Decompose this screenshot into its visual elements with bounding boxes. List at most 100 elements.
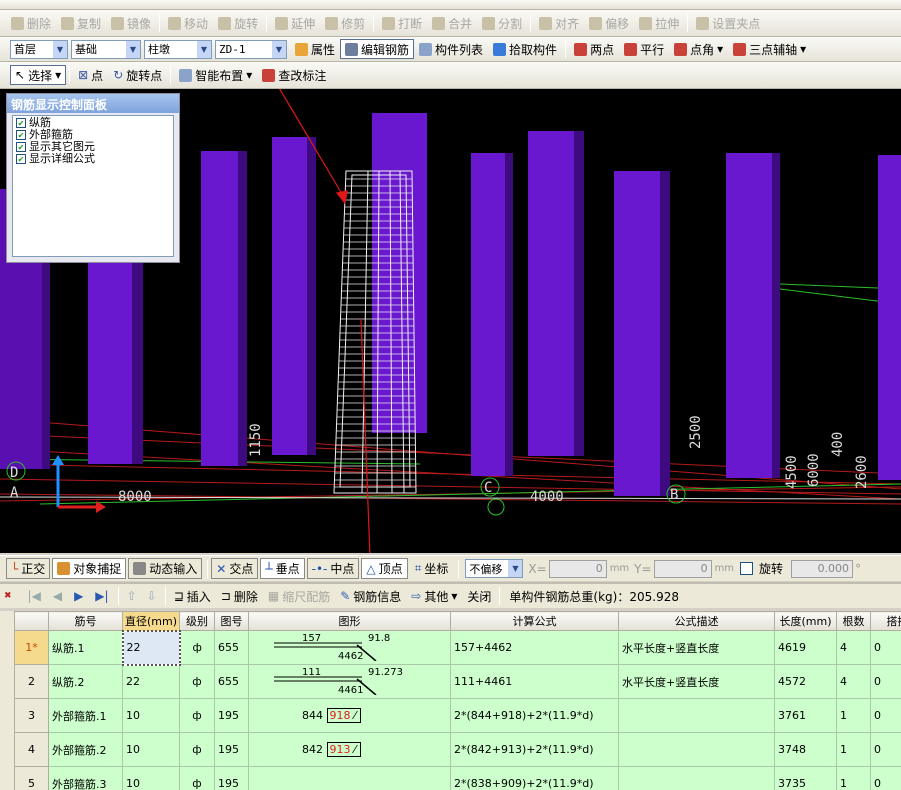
count-cell[interactable]: 4 [836, 664, 871, 699]
diameter-cell[interactable]: 22 [121, 629, 181, 666]
bar-name-cell[interactable]: 纵筋.1 [48, 630, 123, 665]
insert-button[interactable]: ⊒ 插入 [169, 586, 216, 606]
shape-cell[interactable] [248, 766, 451, 790]
col-header[interactable]: 级别 [179, 611, 215, 631]
col-header[interactable]: 计算公式 [450, 611, 619, 631]
snap-toggle[interactable]: 对象捕捉 [52, 558, 127, 579]
table-row[interactable]: 1* 纵筋.1 22 ф 655 157 4462 91.8 157+4462 水平长度+竖直长度… [14, 629, 901, 666]
split-button[interactable]: 分割 [477, 13, 527, 33]
move-up-icon[interactable]: ⇧ [127, 589, 137, 603]
diameter-cell[interactable]: 10 [122, 766, 180, 790]
grade-cell[interactable]: ф [179, 630, 215, 665]
table-row[interactable]: 3 外部箍筋.1 10 ф 195 844 918 ⁄ 2*(844+918)+2*(11.… [14, 698, 901, 733]
description-cell[interactable] [618, 698, 775, 733]
x-input[interactable]: 0 [548, 559, 607, 578]
close-icon[interactable]: ✖ [4, 591, 12, 601]
col-header[interactable]: 直径(mm) [122, 611, 180, 631]
description-cell[interactable] [618, 766, 775, 790]
row-index[interactable]: 1* [14, 630, 49, 665]
smart-layout-button[interactable]: 智能布置 ▾ [174, 65, 257, 85]
copy-button[interactable]: 复制 [56, 13, 106, 33]
shape-cell[interactable]: 157 4462 91.8 [248, 630, 451, 665]
mirror-button[interactable]: 镜像 [106, 13, 156, 33]
coordinate-toggle[interactable]: ⌗ 坐标 [409, 558, 454, 579]
bar-name-cell[interactable]: 纵筋.2 [48, 664, 123, 699]
rotate-checkbox[interactable] [740, 562, 754, 575]
lap-cell[interactable]: 0 [870, 698, 901, 733]
row-index[interactable]: 5 [14, 766, 49, 790]
dynamic-input-toggle[interactable]: 动态输入 [128, 558, 203, 579]
count-cell[interactable]: 1 [836, 732, 871, 767]
checkbox-formula-detail[interactable]: ✔ 显示详细公式 [16, 153, 170, 165]
align-button[interactable]: 对齐 [534, 13, 584, 33]
grade-cell[interactable]: ф [179, 698, 215, 733]
col-header[interactable]: 根数 [836, 611, 871, 631]
offset-button[interactable]: 偏移 [584, 13, 634, 33]
grade-cell[interactable]: ф [179, 732, 215, 767]
select-button[interactable]: ↖ 选择 ▾ [10, 65, 67, 85]
vertex-toggle[interactable]: △ 顶点 [361, 558, 408, 579]
scale-rebar-button[interactable]: ▦ 缩尺配筋 [263, 586, 335, 606]
table-row[interactable]: 2 纵筋.2 22 ф 655 111 4461 91.273 111+4461 水平长度+竖直长… [14, 664, 901, 699]
extend-button[interactable]: 延伸 [270, 13, 320, 33]
diameter-cell[interactable]: 10 [122, 732, 180, 767]
col-header[interactable]: 公式描述 [618, 611, 775, 631]
table-row[interactable]: 4 外部箍筋.2 10 ф 195 842 913 ⁄ 2*(842+913)+2*(11.… [14, 732, 901, 767]
last-record-icon[interactable]: ▶| [95, 589, 108, 603]
floor-select[interactable]: 首层 ▼ [10, 39, 68, 59]
row-index[interactable]: 3 [14, 698, 49, 733]
formula-cell[interactable]: 157+4462 [450, 630, 619, 665]
grade-cell[interactable]: ф [179, 766, 215, 790]
other-menu-button[interactable]: ⇨ 其他 ▾ [406, 586, 462, 606]
break-button[interactable]: 打断 [377, 13, 427, 33]
count-cell[interactable]: 4 [836, 630, 871, 665]
figure-number-cell[interactable]: 195 [214, 732, 249, 767]
type-select[interactable]: 柱墩 ▼ [144, 39, 212, 59]
grip-button[interactable]: 设置夹点 [691, 13, 765, 33]
table-row[interactable]: 5 外部箍筋.3 10 ф 195 2*(838+909)+2*(11.9*d) 3735 1… [14, 766, 901, 790]
rotate-input[interactable]: 0.000 [791, 559, 854, 578]
prev-record-icon[interactable]: ◀ [53, 589, 62, 603]
figure-number-cell[interactable]: 195 [214, 698, 249, 733]
bar-name-cell[interactable]: 外部箍筋.2 [48, 732, 123, 767]
member-list-button[interactable]: 构件列表 [414, 39, 488, 59]
point-angle-button[interactable]: 点角 ▾ [669, 39, 728, 59]
rotate-button[interactable]: 旋转 [213, 13, 263, 33]
two-points-button[interactable]: 两点 [569, 39, 619, 59]
edit-rebar-button[interactable]: 编辑钢筋 [340, 39, 415, 59]
col-header[interactable]: 筋号 [48, 611, 123, 631]
rebar-info-button[interactable]: ✎ 钢筋信息 [335, 586, 406, 606]
bar-name-cell[interactable]: 外部箍筋.1 [48, 698, 123, 733]
diameter-cell[interactable]: 22 [122, 664, 180, 699]
length-cell[interactable]: 3735 [774, 766, 837, 790]
length-cell[interactable]: 4572 [774, 664, 837, 699]
lap-cell[interactable]: 0 [870, 732, 901, 767]
length-cell[interactable]: 4619 [774, 630, 837, 665]
merge-button[interactable]: 合并 [427, 13, 477, 33]
lap-cell[interactable]: 0 [870, 766, 901, 790]
member-select[interactable]: ZD-1 ▼ [215, 39, 287, 59]
pick-member-button[interactable]: 拾取构件 [488, 39, 562, 59]
figure-number-cell[interactable]: 655 [214, 664, 249, 699]
next-record-icon[interactable]: ▶ [74, 589, 83, 603]
trim-button[interactable]: 修剪 [320, 13, 370, 33]
count-cell[interactable]: 1 [836, 698, 871, 733]
length-cell[interactable]: 3748 [774, 732, 837, 767]
col-header[interactable]: 图号 [214, 611, 249, 631]
point-button[interactable]: ⊠ 点 [73, 65, 108, 85]
close-grid-button[interactable]: 关闭 [462, 586, 496, 606]
shape-cell[interactable]: 111 4461 91.273 [248, 664, 451, 699]
ortho-toggle[interactable]: └ 正交 [6, 558, 51, 579]
category-select[interactable]: 基础 ▼ [71, 39, 141, 59]
row-index[interactable]: 4 [14, 732, 49, 767]
first-record-icon[interactable]: |◀ [28, 589, 41, 603]
col-header[interactable]: 搭接 [870, 611, 901, 631]
offset-select[interactable]: 不偏移 ▼ [465, 559, 524, 578]
description-cell[interactable] [618, 732, 775, 767]
lap-cell[interactable]: 0 [870, 664, 901, 699]
formula-cell[interactable]: 2*(842+913)+2*(11.9*d) [450, 732, 619, 767]
count-cell[interactable]: 1 [836, 766, 871, 790]
figure-number-cell[interactable]: 655 [214, 630, 249, 665]
col-header[interactable]: 图形 [248, 611, 451, 631]
stretch-button[interactable]: 拉伸 [634, 13, 684, 33]
